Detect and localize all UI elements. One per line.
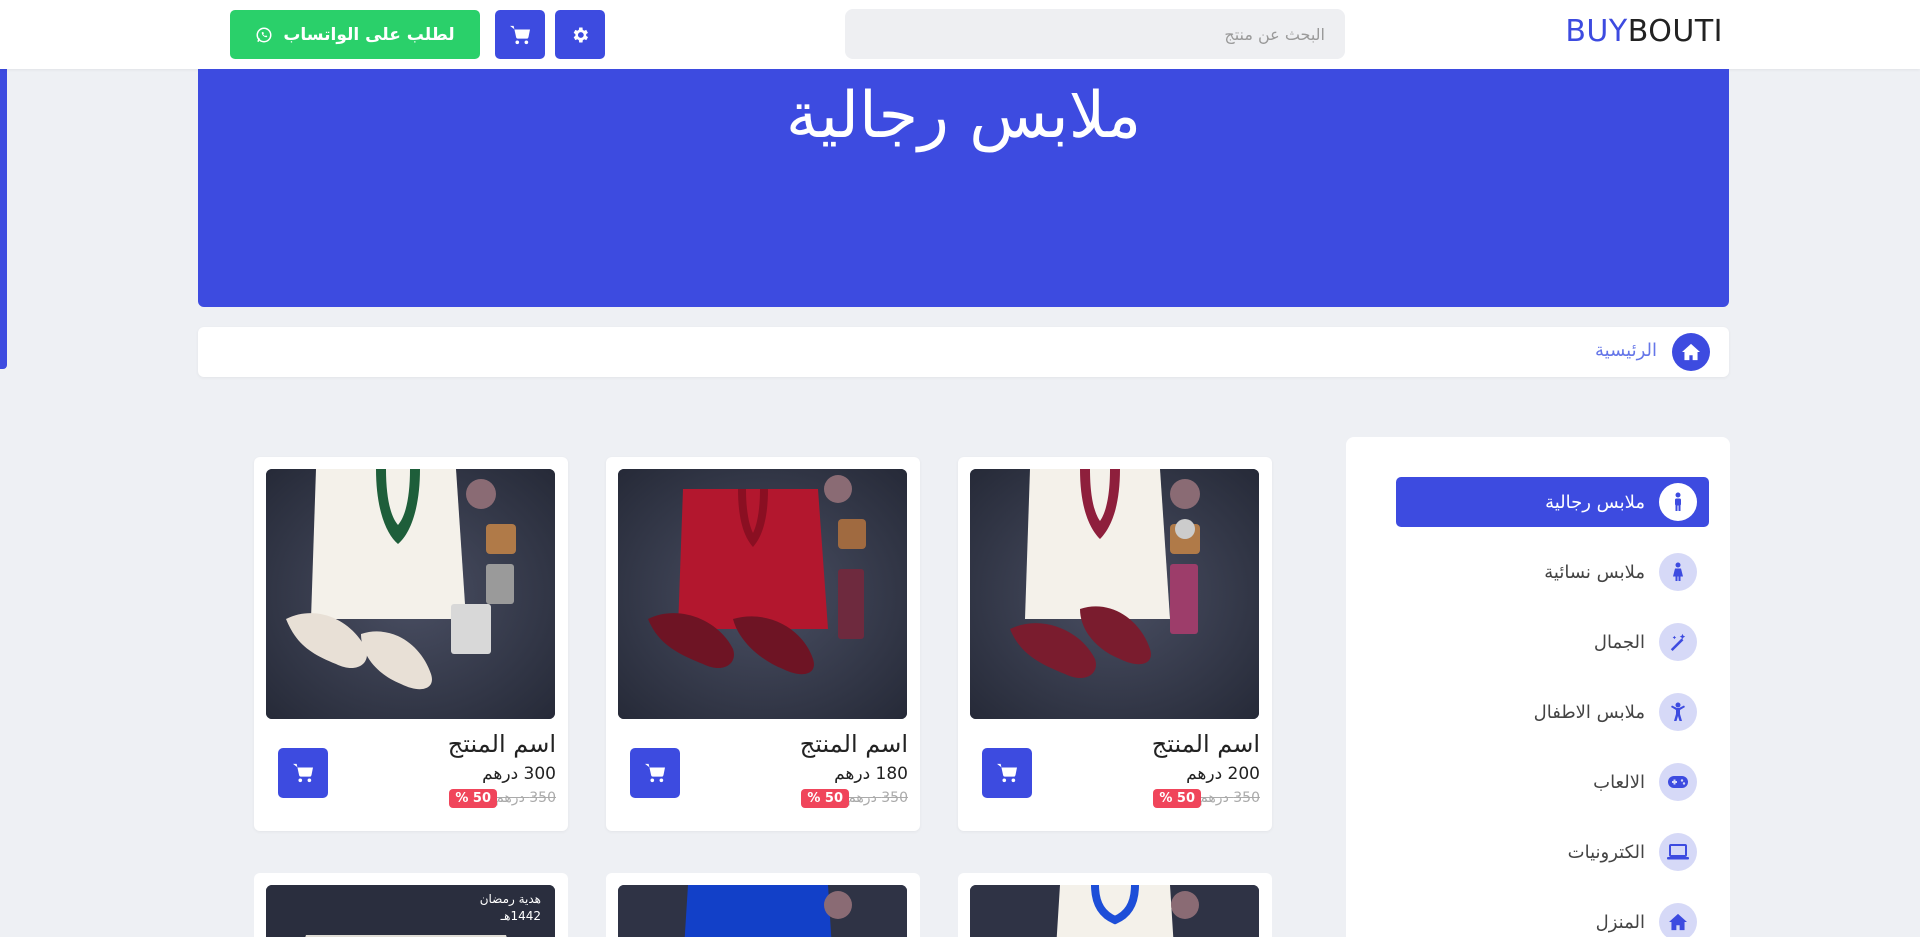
whatsapp-order-button[interactable]: لطلب على الواتساب xyxy=(230,10,480,59)
sidebar-item-label: المنزل xyxy=(1595,911,1645,933)
promo-tag: هدية رمضان 1442هـ xyxy=(480,891,541,925)
product-price: 300 درهم xyxy=(482,764,556,784)
cart-button[interactable] xyxy=(495,10,545,59)
product-card[interactable]: اسم المنتج 300 درهم 350 درهم 50 % xyxy=(254,457,568,831)
breadcrumb: الرئيسية xyxy=(198,327,1729,377)
sidebar-item-kids[interactable]: ملابس الاطفال xyxy=(1396,687,1709,737)
add-to-cart-button[interactable] xyxy=(982,748,1032,798)
discount-badge: 50 % xyxy=(801,789,849,808)
logo-primary: BUY xyxy=(1565,14,1628,49)
cart-icon xyxy=(293,763,313,783)
cart-icon xyxy=(645,763,665,783)
product-name[interactable]: اسم المنتج xyxy=(448,730,556,758)
home-icon xyxy=(1659,903,1697,937)
product-old-price: 350 درهم xyxy=(1199,790,1260,806)
gamepad-icon xyxy=(1659,763,1697,801)
product-name[interactable]: اسم المنتج xyxy=(800,730,908,758)
sidebar-item-label: ملابس رجالية xyxy=(1545,491,1645,513)
category-sidebar: ملابس رجالية ملابس نسائية الجمال ملابس ا… xyxy=(1346,437,1730,937)
search-input[interactable] xyxy=(845,9,1345,59)
discount-badge: 50 % xyxy=(449,789,497,808)
female-icon xyxy=(1659,553,1697,591)
whatsapp-icon xyxy=(256,27,272,42)
product-image[interactable] xyxy=(618,885,907,937)
logo-secondary: BOUTI xyxy=(1627,14,1723,49)
cart-icon xyxy=(997,763,1017,783)
breadcrumb-home-link[interactable]: الرئيسية xyxy=(1595,340,1657,361)
product-image[interactable] xyxy=(970,885,1259,937)
product-image[interactable] xyxy=(970,469,1259,719)
product-name[interactable]: اسم المنتج xyxy=(1152,730,1260,758)
sidebar-item-label: الكترونيات xyxy=(1567,841,1645,863)
sidebar-item-label: ملابس نسائية xyxy=(1544,561,1645,583)
sidebar-item-label: الالعاب xyxy=(1593,771,1645,793)
product-image[interactable]: هدية رمضان 1442هـ xyxy=(266,885,555,937)
product-card[interactable]: هدية رمضان 1442هـ xyxy=(254,873,568,937)
scroll-indicator[interactable] xyxy=(0,64,7,369)
category-banner: ملابس رجالية xyxy=(198,69,1729,307)
top-navbar: BUYBOUTI لطلب على الواتساب xyxy=(0,0,1920,69)
cart-icon xyxy=(510,25,530,44)
sidebar-item-women[interactable]: ملابس نسائية xyxy=(1396,547,1709,597)
product-price: 180 درهم xyxy=(834,764,908,784)
sidebar-item-men[interactable]: ملابس رجالية xyxy=(1396,477,1709,527)
page-title: ملابس رجالية xyxy=(785,79,1142,153)
sidebar-item-home[interactable]: المنزل xyxy=(1396,897,1709,937)
product-image[interactable] xyxy=(618,469,907,719)
product-card[interactable] xyxy=(958,873,1272,937)
discount-badge: 50 % xyxy=(1153,789,1201,808)
male-icon xyxy=(1659,483,1697,521)
product-price: 200 درهم xyxy=(1186,764,1260,784)
product-old-price: 350 درهم xyxy=(495,790,556,806)
gear-icon xyxy=(573,27,588,42)
product-card[interactable] xyxy=(606,873,920,937)
logo[interactable]: BUYBOUTI xyxy=(1565,14,1723,49)
product-old-price: 350 درهم xyxy=(847,790,908,806)
add-to-cart-button[interactable] xyxy=(278,748,328,798)
whatsapp-label: لطلب على الواتساب xyxy=(283,24,455,45)
home-icon xyxy=(1682,343,1700,361)
settings-button[interactable] xyxy=(555,10,605,59)
sidebar-item-electronics[interactable]: الكترونيات xyxy=(1396,827,1709,877)
add-to-cart-button[interactable] xyxy=(630,748,680,798)
sidebar-item-label: الجمال xyxy=(1593,631,1645,653)
magic-wand-icon xyxy=(1659,623,1697,661)
breadcrumb-home-button[interactable] xyxy=(1672,333,1710,371)
sidebar-item-toys[interactable]: الالعاب xyxy=(1396,757,1709,807)
promo-tag-line: هدية رمضان xyxy=(479,892,541,906)
promo-tag-line: 1442هـ xyxy=(500,908,541,923)
sidebar-item-label: ملابس الاطفال xyxy=(1533,701,1645,723)
product-card[interactable]: اسم المنتج 200 درهم 350 درهم 50 % xyxy=(958,457,1272,831)
sidebar-item-beauty[interactable]: الجمال xyxy=(1396,617,1709,667)
laptop-icon xyxy=(1659,833,1697,871)
product-image[interactable] xyxy=(266,469,555,719)
child-icon xyxy=(1659,693,1697,731)
product-card[interactable]: اسم المنتج 180 درهم 350 درهم 50 % xyxy=(606,457,920,831)
